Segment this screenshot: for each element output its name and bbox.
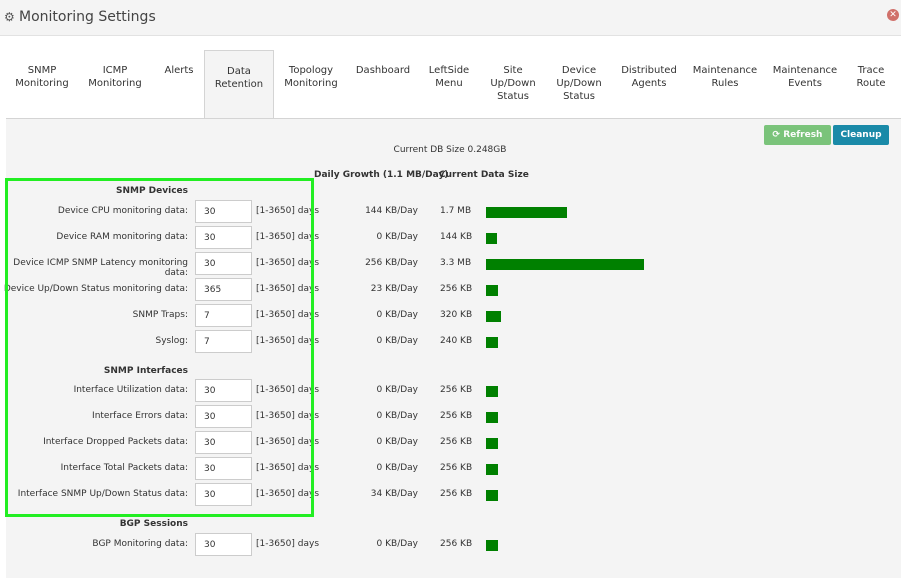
current-size-value: 144 KB <box>440 232 473 242</box>
size-bar <box>486 285 498 296</box>
cleanup-button[interactable]: Cleanup <box>833 125 889 145</box>
tab-snmp-monitoring[interactable]: SNMP Monitoring <box>12 50 72 118</box>
current-size-value: 1.7 MB <box>440 206 472 216</box>
tab-device-up-down-status[interactable]: Device Up/Down Status <box>549 50 609 118</box>
refresh-icon: ⟳ <box>772 130 781 140</box>
daily-growth-value: 0 KB/Day <box>376 411 418 421</box>
retention-days-input[interactable] <box>195 226 252 249</box>
retention-label: Interface Dropped Packets data: <box>43 437 188 447</box>
daily-growth-value: 0 KB/Day <box>376 385 418 395</box>
tab-leftside-menu[interactable]: LeftSide Menu <box>421 50 477 118</box>
size-bar <box>486 207 567 218</box>
retention-label: Interface Errors data: <box>92 411 188 421</box>
current-size-value: 256 KB <box>440 284 473 294</box>
retention-label: Interface Total Packets data: <box>60 463 188 473</box>
column-header-size: Current Data Size <box>439 170 529 180</box>
daily-growth-value: 0 KB/Day <box>376 463 418 473</box>
tab-maintenance-events[interactable]: Maintenance Events <box>770 50 840 118</box>
tab-trace-route[interactable]: Trace Route <box>852 50 890 118</box>
retention-label: Device Up/Down Status monitoring data: <box>3 284 188 294</box>
tab-maintenance-rules[interactable]: Maintenance Rules <box>690 50 760 118</box>
size-bar <box>486 259 644 270</box>
retention-days-input[interactable] <box>195 278 252 301</box>
size-bar <box>486 412 498 423</box>
daily-growth-value: 34 KB/Day <box>370 489 418 499</box>
db-size-text: Current DB Size 0.248GB <box>393 145 507 155</box>
retention-days-input[interactable] <box>195 405 252 428</box>
retention-label: Interface Utilization data: <box>73 385 188 395</box>
current-size-value: 320 KB <box>440 310 473 320</box>
size-bar <box>486 386 498 397</box>
daily-growth-value: 0 KB/Day <box>376 336 418 346</box>
current-size-value: 256 KB <box>440 463 473 473</box>
daily-growth-value: 23 KB/Day <box>370 284 418 294</box>
retention-label: Syslog: <box>155 336 188 346</box>
tab-dashboard[interactable]: Dashboard <box>352 50 414 118</box>
tab-distributed-agents[interactable]: Distributed Agents <box>618 50 680 118</box>
window-title: Monitoring Settings <box>19 9 156 25</box>
size-bar <box>486 464 498 475</box>
retention-days-input[interactable] <box>195 431 252 454</box>
title-bar: ⚙ Monitoring Settings ✕ <box>0 0 901 36</box>
current-size-value: 256 KB <box>440 437 473 447</box>
retention-days-input[interactable] <box>195 533 252 556</box>
retention-days-input[interactable] <box>195 252 252 275</box>
size-bar <box>486 233 497 244</box>
tab-data-retention[interactable]: Data Retention <box>204 50 274 118</box>
refresh-label: Refresh <box>783 130 823 140</box>
size-bar <box>486 490 498 501</box>
section-title: SNMP Interfaces <box>103 366 188 376</box>
daily-growth-value: 0 KB/Day <box>376 310 418 320</box>
retention-label: SNMP Traps: <box>132 310 188 320</box>
section-title: BGP Sessions <box>119 519 188 529</box>
gears-icon: ⚙ <box>4 10 15 24</box>
retention-label: Device RAM monitoring data: <box>56 232 188 242</box>
current-size-value: 256 KB <box>440 385 473 395</box>
retention-days-input[interactable] <box>195 200 252 223</box>
retention-days-input[interactable] <box>195 457 252 480</box>
tab-topology-monitoring[interactable]: Topology Monitoring <box>280 50 342 118</box>
retention-days-input[interactable] <box>195 379 252 402</box>
section-title: SNMP Devices <box>115 186 188 196</box>
current-size-value: 3.3 MB <box>440 258 472 268</box>
size-bar <box>486 311 501 322</box>
retention-days-input[interactable] <box>195 330 252 353</box>
tab-icmp-monitoring[interactable]: ICMP Monitoring <box>84 50 146 118</box>
current-size-value: 256 KB <box>440 411 473 421</box>
refresh-button[interactable]: ⟳ Refresh <box>764 125 831 145</box>
daily-growth-value: 0 KB/Day <box>376 539 418 549</box>
daily-growth-value: 0 KB/Day <box>376 232 418 242</box>
daily-growth-value: 144 KB/Day <box>365 206 418 216</box>
tab-alerts[interactable]: Alerts <box>156 50 202 118</box>
close-icon[interactable]: ✕ <box>887 9 899 21</box>
current-size-value: 256 KB <box>440 539 473 549</box>
retention-label: Interface SNMP Up/Down Status data: <box>17 489 188 499</box>
size-bar <box>486 337 498 348</box>
current-size-value: 240 KB <box>440 336 473 346</box>
current-size-value: 256 KB <box>440 489 473 499</box>
daily-growth-value: 256 KB/Day <box>365 258 418 268</box>
retention-label: BGP Monitoring data: <box>92 539 188 549</box>
size-bar <box>486 540 498 551</box>
retention-label: Device ICMP SNMP Latency monitoring data… <box>13 258 188 278</box>
retention-label: Device CPU monitoring data: <box>57 206 188 216</box>
tab-site-up-down-status[interactable]: Site Up/Down Status <box>485 50 541 118</box>
daily-growth-value: 0 KB/Day <box>376 437 418 447</box>
column-header-growth: Daily Growth (1.1 MB/Day) <box>314 170 449 180</box>
retention-days-input[interactable] <box>195 304 252 327</box>
retention-days-input[interactable] <box>195 483 252 506</box>
size-bar <box>486 438 498 449</box>
